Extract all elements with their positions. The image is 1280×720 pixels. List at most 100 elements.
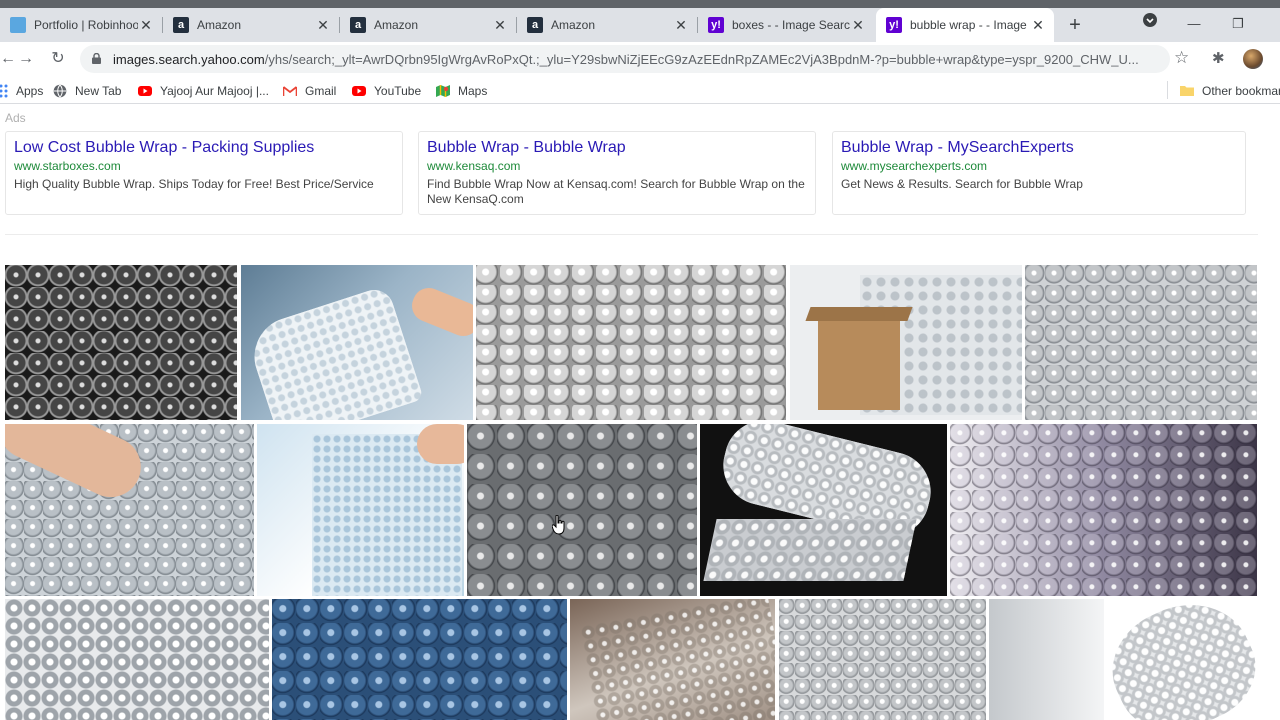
minimize-icon[interactable]: — bbox=[1172, 8, 1216, 42]
hand-shape bbox=[407, 283, 473, 341]
tab-amazon-2[interactable]: a Amazon ✕ bbox=[340, 8, 516, 42]
tab-bar: Portfolio | Robinhood ✕ a Amazon ✕ a Ama… bbox=[0, 8, 1280, 42]
image-result-bubble-wrap-dark[interactable] bbox=[5, 265, 237, 420]
tab-amazon-1[interactable]: a Amazon ✕ bbox=[163, 8, 339, 42]
bookmarks-bar: Apps New Tab Yajooj Aur Majooj |... Gmai… bbox=[0, 77, 1280, 104]
address-bar[interactable]: images.search.yahoo.com/yhs/search;_ylt=… bbox=[80, 45, 1170, 73]
tab-title: Amazon bbox=[374, 18, 419, 32]
image-result-bubble-wrap-purple[interactable] bbox=[950, 424, 1257, 596]
image-result-box-with-bubble-wrap[interactable] bbox=[790, 265, 1022, 420]
bookmark-star-icon[interactable]: ☆ bbox=[1174, 48, 1189, 68]
image-result-hand-holding-bubble-wrap[interactable] bbox=[5, 424, 254, 596]
close-icon[interactable]: ✕ bbox=[492, 17, 508, 34]
ad-domain[interactable]: www.starboxes.com bbox=[14, 159, 394, 173]
hand-shape bbox=[417, 424, 464, 464]
close-icon[interactable]: ✕ bbox=[850, 17, 866, 34]
image-result-bubble-wrap-curl[interactable] bbox=[5, 599, 269, 720]
ad-description: Find Bubble Wrap Now at Kensaq.com! Sear… bbox=[427, 177, 805, 206]
hand-pointer-cursor-icon bbox=[552, 515, 565, 535]
ad-domain[interactable]: www.mysearchexperts.com bbox=[841, 159, 1237, 173]
maximize-icon[interactable]: ❐ bbox=[1216, 8, 1260, 42]
forward-arrow-icon[interactable]: → bbox=[14, 47, 38, 71]
browser-toolbar: ← → ↻ images.search.yahoo.com/yhs/search… bbox=[0, 42, 1280, 77]
extensions-puzzle-icon[interactable]: ✱ bbox=[1212, 49, 1225, 67]
bubble-roll-shape bbox=[1107, 599, 1257, 720]
ad-description: High Quality Bubble Wrap. Ships Today fo… bbox=[14, 177, 374, 191]
url-path: /yhs/search;_ylt=AwrDQrbn95IgWrgAvRoPxQt… bbox=[264, 52, 1139, 67]
profile-avatar[interactable] bbox=[1243, 49, 1263, 69]
bookmark-youtube[interactable]: YouTube bbox=[352, 82, 421, 99]
bookmark-label: YouTube bbox=[374, 83, 422, 98]
ad-title-link[interactable]: Bubble Wrap - Bubble Wrap bbox=[427, 139, 807, 157]
ad-title-link[interactable]: Low Cost Bubble Wrap - Packing Supplies bbox=[14, 139, 394, 157]
lock-icon bbox=[92, 53, 101, 64]
image-result-bubble-wrap-roll-white[interactable] bbox=[1107, 599, 1257, 720]
image-result-bubble-wrap-blue[interactable] bbox=[272, 599, 567, 720]
folder-icon bbox=[1180, 85, 1194, 96]
bubble-sheet-shape bbox=[703, 519, 917, 581]
ad-description: Get News & Results. Search for Bubble Wr… bbox=[841, 177, 1083, 191]
bookmark-label: Yajooj Aur Majooj |... bbox=[160, 83, 269, 98]
bookmark-label: Apps bbox=[16, 83, 44, 98]
hand-shape bbox=[5, 424, 151, 507]
youtube-icon bbox=[352, 85, 366, 96]
apps-grid-icon bbox=[0, 84, 8, 97]
image-result-bubble-wrap-flat[interactable] bbox=[779, 599, 986, 720]
bookmark-apps[interactable]: Apps bbox=[0, 82, 43, 99]
bubble-texture bbox=[950, 424, 1257, 596]
ads-divider bbox=[5, 234, 1258, 235]
bubble-roll-shape bbox=[244, 284, 424, 420]
close-icon[interactable]: ✕ bbox=[673, 17, 689, 34]
bookmark-label: New Tab bbox=[75, 83, 122, 98]
yahoo-favicon-icon: y! bbox=[708, 17, 724, 33]
image-result-bubble-wrap-side[interactable] bbox=[989, 599, 1104, 720]
bookmark-new-tab[interactable]: New Tab bbox=[53, 82, 121, 99]
tab-search-icon[interactable] bbox=[1128, 8, 1172, 42]
tab-yahoo-boxes[interactable]: y! boxes - - Image Searc ✕ bbox=[698, 8, 874, 42]
maps-icon bbox=[436, 84, 450, 97]
image-result-bubble-wrap-roll-hand[interactable] bbox=[241, 265, 473, 420]
amazon-favicon-icon: a bbox=[527, 17, 543, 33]
ad-domain[interactable]: www.kensaq.com bbox=[427, 159, 807, 173]
bookmark-yajooj[interactable]: Yajooj Aur Majooj |... bbox=[138, 82, 269, 99]
tab-robinhood[interactable]: Portfolio | Robinhood ✕ bbox=[0, 8, 162, 42]
bubble-texture bbox=[580, 599, 775, 720]
bookmark-label: Gmail bbox=[305, 83, 337, 98]
new-tab-plus-icon[interactable]: + bbox=[1064, 14, 1086, 36]
cardboard-box-shape bbox=[818, 315, 900, 410]
image-result-bubble-wrap-folded[interactable] bbox=[570, 599, 775, 720]
gmail-icon bbox=[283, 85, 297, 96]
close-icon[interactable]: ✕ bbox=[138, 17, 154, 34]
image-result-bubble-wrap-roll-black[interactable] bbox=[700, 424, 947, 596]
url-text: images.search.yahoo.com/yhs/search;_ylt=… bbox=[113, 52, 1163, 67]
tab-amazon-3[interactable]: a Amazon ✕ bbox=[517, 8, 697, 42]
robinhood-favicon-icon bbox=[10, 17, 26, 33]
image-result-bubble-wrap-roll-blue[interactable] bbox=[257, 424, 464, 596]
bookmark-maps[interactable]: Maps bbox=[436, 82, 487, 99]
bookmark-label: Other bookmar bbox=[1202, 83, 1280, 98]
image-result-bubble-wrap-closeup[interactable] bbox=[476, 265, 786, 420]
tab-title: Portfolio | Robinhood bbox=[34, 18, 138, 32]
image-result-bubble-wrap-large-bubbles[interactable] bbox=[467, 424, 697, 596]
amazon-favicon-icon: a bbox=[350, 17, 366, 33]
url-host: images.search.yahoo.com bbox=[113, 52, 265, 67]
globe-icon bbox=[53, 84, 67, 97]
tab-title: bubble wrap - - Image bbox=[910, 18, 1027, 32]
ad-card[interactable]: Bubble Wrap - Bubble Wrap www.kensaq.com… bbox=[418, 131, 816, 215]
bookmarks-divider bbox=[1167, 81, 1168, 99]
bookmark-other[interactable]: Other bookmar bbox=[1180, 82, 1280, 99]
ad-card[interactable]: Low Cost Bubble Wrap - Packing Supplies … bbox=[5, 131, 403, 215]
tab-yahoo-bubble-wrap[interactable]: y! bubble wrap - - Image ✕ bbox=[876, 8, 1054, 42]
close-icon[interactable]: ✕ bbox=[1030, 17, 1046, 34]
tab-title: Amazon bbox=[551, 18, 596, 32]
ad-card[interactable]: Bubble Wrap - MySearchExperts www.mysear… bbox=[832, 131, 1246, 215]
close-icon[interactable]: ✕ bbox=[315, 17, 331, 34]
bookmark-gmail[interactable]: Gmail bbox=[283, 82, 336, 99]
ad-title-link[interactable]: Bubble Wrap - MySearchExperts bbox=[841, 139, 1237, 157]
window-top-strip bbox=[0, 0, 1280, 8]
youtube-icon bbox=[138, 85, 152, 96]
reload-icon[interactable]: ↻ bbox=[46, 47, 70, 71]
search-results-page: Ads Low Cost Bubble Wrap - Packing Suppl… bbox=[0, 105, 1280, 720]
bookmark-label: Maps bbox=[458, 83, 488, 98]
image-result-bubble-wrap-gray[interactable] bbox=[1025, 265, 1257, 420]
